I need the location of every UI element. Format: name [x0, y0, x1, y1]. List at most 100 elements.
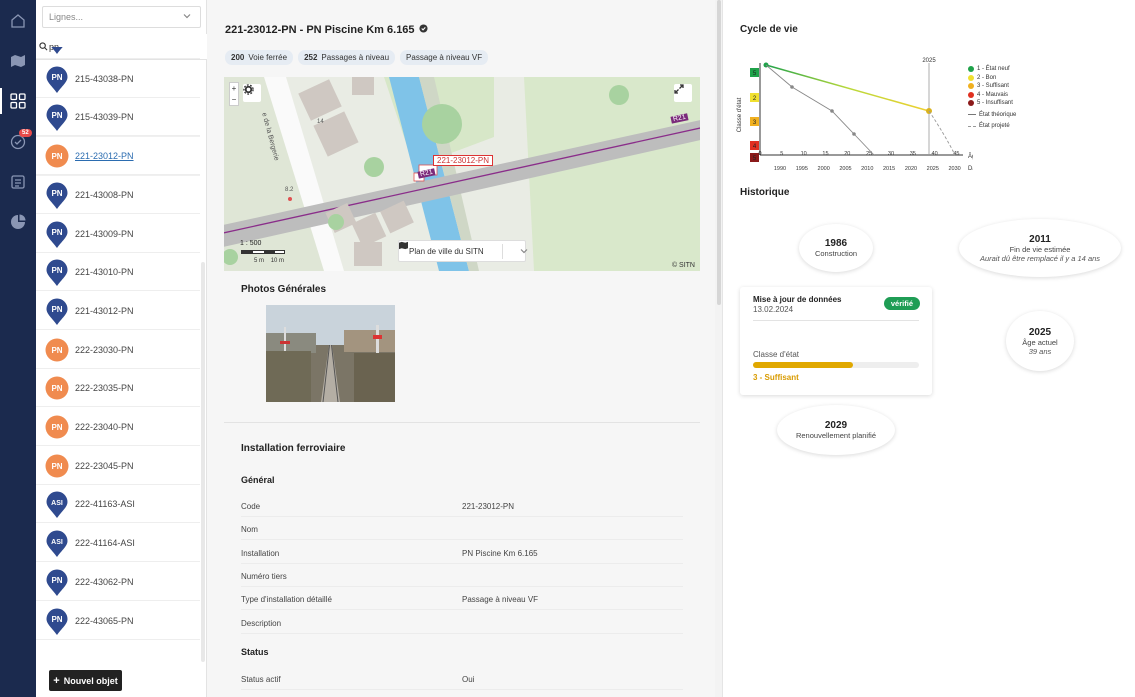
list-item[interactable]: PN 222-23035-PN: [36, 369, 200, 408]
lifecycle-legend: 1 - État neuf 2 - Bon 3 - Suffisant 4 - Mau…: [968, 65, 1016, 131]
lifecycle-panel: Cycle de vie Classe d'état 5 2 3 4 5 0 5 10 15 20 2…: [722, 0, 1135, 697]
card-divider: [753, 320, 919, 321]
chip-passages-a-niveau[interactable]: 252 Passages à niveau: [298, 50, 396, 65]
list-item[interactable]: PN 222-23030-PN: [36, 331, 200, 369]
list-item-label: 222-41163-ASI: [75, 499, 135, 510]
map-fullscreen-button[interactable]: [674, 84, 692, 102]
chip-label: Voie ferrée: [248, 53, 288, 62]
field-row: Installation PN Piscine Km 6.165: [241, 541, 683, 564]
class-label: Classe d'état: [753, 350, 799, 359]
list-item[interactable]: PN 222-23040-PN: [36, 408, 200, 446]
list-item[interactable]: PN215-43035-PN: [36, 47, 200, 59]
field-key: Type d'installation détaillé: [241, 595, 332, 605]
current-age-label: Âge actuel: [1022, 337, 1058, 347]
chip-voie-ferree[interactable]: 200 Voie ferrée: [225, 50, 294, 65]
zoom-in-icon[interactable]: +: [230, 83, 238, 94]
new-object-button[interactable]: + Nouvel objet: [49, 670, 122, 691]
field-value: Passage à niveau VF: [462, 595, 539, 605]
chip-label: Passage à niveau VF: [406, 53, 483, 62]
list-item-label: 215-43038-PN: [75, 73, 134, 84]
home-icon[interactable]: [9, 12, 27, 30]
list-item[interactable]: PN 222-43062-PN: [36, 563, 200, 601]
document-icon[interactable]: [9, 173, 27, 191]
chevron-down-icon: [182, 11, 192, 23]
map-pin-icon: PN: [45, 221, 69, 249]
projected-state-line: [928, 110, 956, 156]
title-text: 221-23012-PN - PN Piscine Km 6.165: [225, 24, 415, 36]
current-age-year: 2025: [1028, 326, 1052, 338]
grid-icon[interactable]: [0, 88, 27, 114]
list-item-label: 221-43012-PN: [75, 305, 134, 316]
list-scrollbar[interactable]: [201, 262, 205, 662]
list-item-label: 222-43065-PN: [75, 615, 134, 626]
field-row: Numéro tiers: [241, 564, 683, 587]
notification-badge: 52: [19, 129, 32, 137]
scale-units: 5 m 10 m: [254, 258, 284, 264]
list-item[interactable]: PN 215-43039-PN: [36, 98, 200, 137]
map-pin-icon: PN: [45, 104, 69, 132]
detail-panel: 221-23012-PN - PN Piscine Km 6.165 200 Vo…: [207, 0, 721, 697]
house-number: 8.2: [285, 187, 294, 193]
svg-text:PN: PN: [51, 423, 62, 432]
field-key: Code: [241, 502, 261, 511]
list-item-label: 221-43009-PN: [75, 228, 134, 239]
x-date-tick: 2010: [861, 166, 873, 172]
chip-passage-a-niveau-vf[interactable]: Passage à niveau VF: [400, 50, 489, 65]
x-date-tick: 1995: [796, 166, 808, 172]
legend-item: 4 - Mauvais: [968, 91, 1016, 100]
zoom-control[interactable]: + −: [229, 82, 239, 106]
list-item-label: 222-23030-PN: [75, 344, 134, 355]
field-key: Nom: [241, 525, 258, 535]
map-pin-icon: PN: [45, 259, 69, 287]
actual-state-point: [830, 109, 834, 113]
history-end-of-life: 2011 Fin de vie estimée Aurait dû être r…: [959, 219, 1121, 277]
list-item[interactable]: PN 221-23012-PN: [36, 137, 200, 176]
pie-chart-icon[interactable]: [9, 213, 27, 231]
list-item[interactable]: PN 222-43065-PN: [36, 602, 200, 640]
object-list-panel: Lignes... pn PN215-43035-PNPN215-43038-P…: [36, 0, 243, 697]
list-item[interactable]: ASI 222-41164-ASI: [36, 524, 200, 563]
basemap-select[interactable]: Plan de ville du SITN: [398, 240, 528, 262]
x-date-label: Date: [968, 166, 973, 172]
x-age-label: Âge: [968, 153, 973, 160]
history-current-age: 2025 Âge actuel 39 ans: [1006, 311, 1074, 371]
scale-bar: [241, 250, 285, 254]
svg-text:PN: PN: [51, 576, 62, 585]
list-item[interactable]: ASI 222-41163-ASI: [36, 485, 200, 524]
map-settings-button[interactable]: [243, 84, 261, 102]
map-pin-icon: ASI: [45, 530, 69, 558]
list-item[interactable]: PN 215-43038-PN: [36, 60, 200, 98]
list-item[interactable]: PN 221-43010-PN: [36, 253, 200, 292]
legend-label: 4 - Mauvais: [977, 91, 1009, 98]
x-date-tick: 2015: [883, 166, 895, 172]
zoom-out-icon[interactable]: −: [230, 94, 238, 105]
end-of-life-year: 2011: [1029, 233, 1051, 245]
chips-row: 200 Voie ferrée 252 Passages à niveau Pass…: [225, 50, 489, 65]
map-icon[interactable]: [9, 52, 27, 70]
x-age-tick: 15: [822, 151, 828, 157]
svg-text:PN: PN: [51, 228, 62, 237]
legend-label: 2 - Bon: [977, 74, 997, 81]
data-update-card[interactable]: Mise à jour de données 13.02.2024 vérifi…: [740, 287, 932, 395]
lines-select[interactable]: Lignes...: [42, 6, 201, 28]
legend-label: État projeté: [979, 123, 1010, 130]
svg-text:PN: PN: [51, 189, 62, 198]
list-item[interactable]: PN 221-43009-PN: [36, 215, 200, 253]
map-view[interactable]: R21 R21 e de la Bergerie 14 8.2 221-2301…: [224, 77, 700, 271]
list-item[interactable]: PN 222-23045-PN: [36, 447, 200, 485]
history-construction: 1986 Construction: [799, 224, 873, 272]
renewal-label: Renouvellement planifié: [795, 431, 877, 440]
current-year-label: 2025: [922, 58, 936, 64]
detail-scrollbar[interactable]: [717, 0, 721, 305]
svg-text:PN: PN: [51, 73, 62, 82]
general-photo[interactable]: [266, 305, 395, 402]
list-item[interactable]: PN 221-43012-PN: [36, 292, 200, 330]
list-item-label: 221-23012-PN: [75, 151, 134, 162]
basemap-label: Plan de ville du SITN: [409, 246, 484, 256]
installation-section-title: Installation ferroviaire: [241, 443, 346, 454]
update-card-title: Mise à jour de données: [753, 295, 842, 304]
svg-text:PN: PN: [51, 346, 62, 355]
lines-select-placeholder: Lignes...: [49, 12, 84, 22]
field-row: Status actif Oui: [241, 667, 683, 690]
list-item[interactable]: PN 221-43008-PN: [36, 176, 200, 214]
